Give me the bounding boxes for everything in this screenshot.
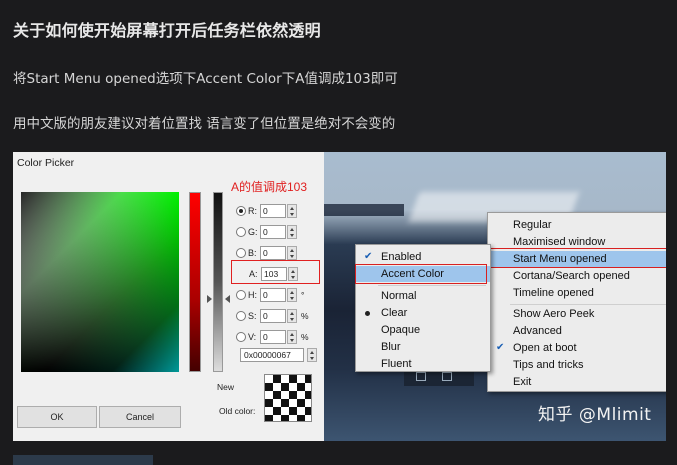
radio-b[interactable]: [236, 248, 246, 258]
context-menu-main: Regular› Maximised window› Start Menu op…: [487, 212, 666, 392]
desktop-background: Regular› Maximised window› Start Menu op…: [324, 152, 666, 441]
field-row-v: V: 0 %: [236, 329, 309, 345]
menu-label: Maximised window: [513, 236, 606, 248]
check-icon: ✔: [364, 251, 373, 262]
menu-label: Normal: [381, 290, 417, 302]
new-color-label: New: [217, 382, 235, 392]
field-row-b: B: 0: [236, 245, 297, 261]
color-preview-swatch: [264, 374, 312, 422]
cancel-button[interactable]: Cancel: [99, 406, 181, 428]
hue-slider[interactable]: [189, 192, 201, 372]
menu-item-advanced[interactable]: Advanced›: [488, 323, 666, 339]
h-input[interactable]: 0: [260, 288, 286, 302]
menu-label: Timeline opened: [513, 287, 594, 299]
menu-label: Cortana/Search opened: [513, 270, 630, 282]
menu-item-opaque[interactable]: Opaque: [356, 322, 490, 338]
red-annotation: A的值调成103: [231, 180, 308, 194]
menu-label: Blur: [381, 341, 401, 353]
menu-item-open-at-boot[interactable]: ✔ Open at boot: [488, 340, 666, 356]
h-spinner[interactable]: [287, 288, 297, 302]
menu-label: Tips and tricks: [513, 359, 584, 371]
taskbar-app-icon[interactable]: [442, 372, 452, 381]
r-input[interactable]: 0: [260, 204, 286, 218]
radio-h[interactable]: [236, 290, 246, 300]
g-spinner[interactable]: [287, 225, 297, 239]
s-input[interactable]: 0: [260, 309, 286, 323]
menu-label: Opaque: [381, 324, 421, 336]
menu-label: Clear: [381, 307, 408, 319]
menu-label: Regular: [513, 219, 552, 231]
menu-item-normal[interactable]: Normal: [356, 288, 490, 304]
menu-item-aero-peek[interactable]: Show Aero Peek›: [488, 306, 666, 322]
menu-item-cortana[interactable]: Cortana/Search opened›: [488, 268, 666, 284]
field-label: S:: [248, 311, 257, 321]
menu-item-regular[interactable]: Regular›: [488, 217, 666, 233]
hex-spinner[interactable]: [307, 348, 317, 362]
hex-input[interactable]: 0x00000067: [240, 348, 304, 362]
article-image: Color Picker A的值调成103 R: 0 G: 0 B: 0 A: …: [13, 152, 666, 441]
check-icon: ✔: [496, 342, 505, 353]
paragraph-2: 用中文版的朋友建议对着位置找 语言变了但位置是绝对不会变的: [13, 116, 396, 132]
menu-label: Show Aero Peek: [513, 308, 595, 320]
r-spinner[interactable]: [287, 204, 297, 218]
alpha-slider-handle-right[interactable]: [225, 295, 230, 303]
menu-label: Fluent: [381, 358, 412, 370]
alpha-slider[interactable]: [213, 192, 223, 372]
unit-label: %: [301, 311, 309, 321]
b-input[interactable]: 0: [260, 246, 286, 260]
field-row-h: H: 0 °: [236, 287, 304, 303]
radio-r[interactable]: [236, 206, 246, 216]
next-content-strip: [13, 455, 153, 465]
menu-label: Enabled: [381, 251, 422, 263]
unit-label: °: [301, 290, 305, 300]
menu-item-tips[interactable]: Tips and tricks›: [488, 357, 666, 373]
radio-dot-icon: [365, 311, 370, 316]
menu-item-blur[interactable]: Blur: [356, 339, 490, 355]
color-picker-title: Color Picker: [17, 157, 75, 169]
menu-label: Open at boot: [513, 342, 577, 354]
field-label: G:: [248, 227, 258, 237]
b-spinner[interactable]: [287, 246, 297, 260]
alpha-slider-handle-left[interactable]: [207, 295, 212, 303]
menu-item-timeline[interactable]: Timeline opened›: [488, 285, 666, 301]
menu-separator: [510, 304, 666, 305]
v-spinner[interactable]: [287, 330, 297, 344]
field-label: V:: [248, 332, 257, 342]
highlight-start-menu-opened: [486, 248, 666, 268]
article-title: 关于如何使开始屏幕打开后任务栏依然透明: [13, 21, 321, 40]
v-input[interactable]: 0: [260, 330, 286, 344]
field-label: R:: [248, 206, 257, 216]
watermark: 知乎 @Mlimit: [538, 405, 652, 425]
field-label: H:: [248, 290, 257, 300]
s-spinner[interactable]: [287, 309, 297, 323]
radio-s[interactable]: [236, 311, 246, 321]
color-picker-dialog: Color Picker A的值调成103 R: 0 G: 0 B: 0 A: …: [13, 152, 324, 441]
radio-g[interactable]: [236, 227, 246, 237]
g-input[interactable]: 0: [260, 225, 286, 239]
menu-separator: [378, 285, 486, 286]
field-row-s: S: 0 %: [236, 308, 309, 324]
paragraph-1: 将Start Menu opened选项下Accent Color下A值调成10…: [13, 71, 398, 87]
unit-label: %: [301, 332, 309, 342]
highlight-accent-color: [355, 264, 487, 284]
menu-item-fluent[interactable]: Fluent: [356, 356, 490, 372]
menu-label: Exit: [513, 376, 532, 388]
field-row-r: R: 0: [236, 203, 297, 219]
menu-item-clear[interactable]: Clear: [356, 305, 490, 321]
menu-item-enabled[interactable]: ✔ Enabled: [356, 249, 490, 265]
field-row-g: G: 0: [236, 224, 297, 240]
taskbar-app-icon[interactable]: [416, 372, 426, 381]
saturation-value-square[interactable]: [21, 192, 179, 372]
ok-button[interactable]: OK: [17, 406, 97, 428]
radio-v[interactable]: [236, 332, 246, 342]
menu-label: Advanced: [513, 325, 562, 337]
wallpaper-streak: [324, 204, 404, 216]
a-highlight-box: [231, 260, 320, 284]
menu-item-exit[interactable]: Exit: [488, 374, 666, 390]
field-label: B:: [248, 248, 257, 258]
old-color-label: Old color:: [219, 406, 256, 416]
